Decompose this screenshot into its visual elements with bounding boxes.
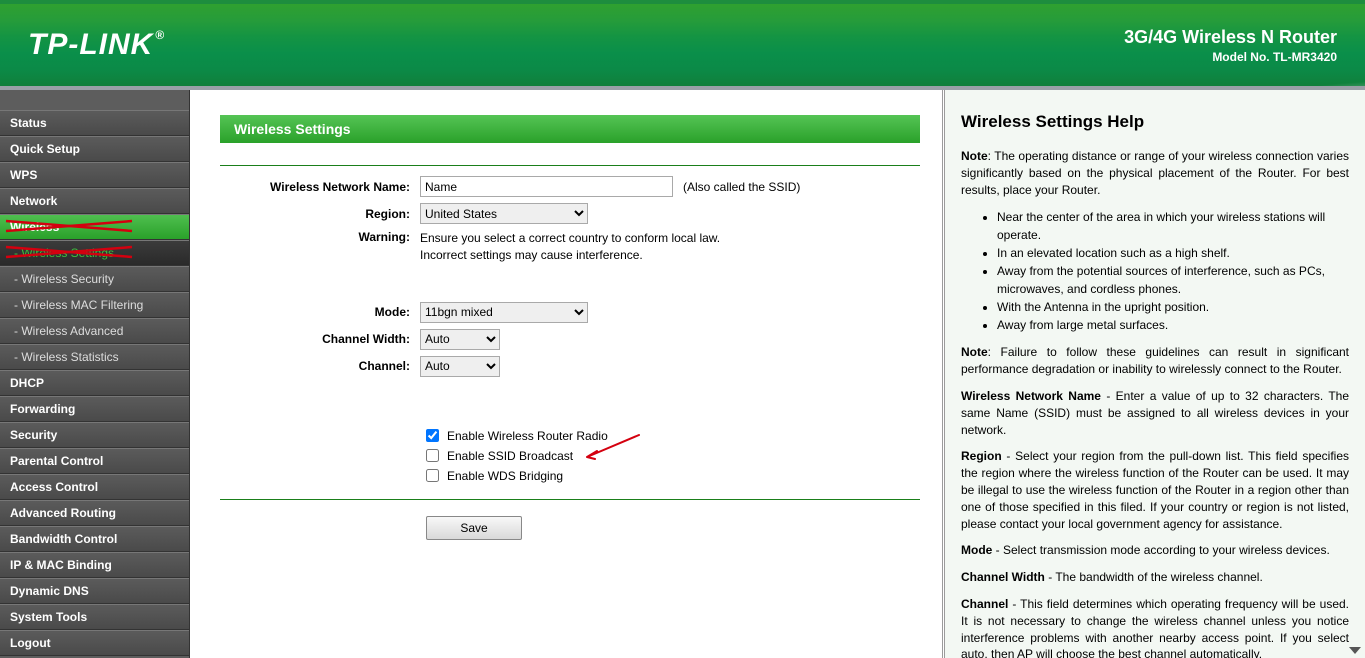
nav-advanced-routing[interactable]: Advanced Routing: [0, 500, 189, 526]
help-channel: Channel - This field determines which op…: [961, 596, 1349, 658]
help-bullet: Away from the potential sources of inter…: [997, 262, 1349, 298]
help-note-2: Note: Failure to follow these guidelines…: [961, 344, 1349, 378]
nav-bandwidth-control[interactable]: Bandwidth Control: [0, 526, 189, 552]
label-region: Region:: [220, 207, 420, 221]
annotation-strike-icon: [4, 243, 144, 261]
nav-wireless-statistics[interactable]: - Wireless Statistics: [0, 344, 189, 370]
help-title: Wireless Settings Help: [961, 112, 1349, 132]
sidebar-nav: StatusQuick SetupWPSNetworkWireless- Wir…: [0, 90, 190, 658]
enable-radio-label: Enable Wireless Router Radio: [447, 429, 608, 443]
model-block: 3G/4G Wireless N Router Model No. TL-MR3…: [1124, 27, 1337, 64]
enable-ssid-checkbox[interactable]: [426, 449, 439, 462]
divider: [220, 165, 920, 166]
nav-system-tools[interactable]: System Tools: [0, 604, 189, 630]
help-note-1: Note: The operating distance or range of…: [961, 148, 1349, 198]
logo-registered: ®: [155, 28, 165, 42]
enable-radio-checkbox[interactable]: [426, 429, 439, 442]
nav-dynamic-dns[interactable]: Dynamic DNS: [0, 578, 189, 604]
nav-wireless-security[interactable]: - Wireless Security: [0, 266, 189, 292]
label-channel: Channel:: [220, 359, 420, 373]
label-channel-width: Channel Width:: [220, 332, 420, 346]
model-number: Model No. TL-MR3420: [1124, 50, 1337, 64]
enable-wds-checkbox[interactable]: [426, 469, 439, 482]
nav-logout[interactable]: Logout: [0, 630, 189, 656]
brand-logo: TP-LINK®: [28, 28, 165, 62]
nav-wireless[interactable]: Wireless: [0, 214, 189, 240]
nav-dhcp[interactable]: DHCP: [0, 370, 189, 396]
help-bullet: With the Antenna in the upright position…: [997, 298, 1349, 316]
nav-parental-control[interactable]: Parental Control: [0, 448, 189, 474]
nav-forwarding[interactable]: Forwarding: [0, 396, 189, 422]
wireless-name-input[interactable]: [420, 176, 673, 197]
logo-text: TP-LINK: [28, 28, 153, 62]
help-panel: Wireless Settings Help Note: The operati…: [945, 90, 1365, 658]
help-region: Region - Select your region from the pul…: [961, 448, 1349, 532]
nav-wps[interactable]: WPS: [0, 162, 189, 188]
nav-wireless-advanced[interactable]: - Wireless Advanced: [0, 318, 189, 344]
channel-select[interactable]: Auto: [420, 356, 500, 377]
main-content: Wireless Settings Wireless Network Name:…: [190, 90, 945, 658]
help-bullet: Near the center of the area in which you…: [997, 208, 1349, 244]
nav-wireless-settings[interactable]: - Wireless Settings: [0, 240, 189, 266]
nav-access-control[interactable]: Access Control: [0, 474, 189, 500]
nav-security[interactable]: Security: [0, 422, 189, 448]
help-bullet-list: Near the center of the area in which you…: [997, 208, 1349, 334]
warning-line-1: Ensure you select a correct country to c…: [420, 230, 720, 247]
divider: [220, 499, 920, 500]
help-mode: Mode - Select transmission mode accordin…: [961, 542, 1349, 559]
annotation-strike-icon: [4, 217, 144, 235]
help-channel-width: Channel Width - The bandwidth of the wir…: [961, 569, 1349, 586]
nav-status[interactable]: Status: [0, 110, 189, 136]
nav-quick-setup[interactable]: Quick Setup: [0, 136, 189, 162]
help-wireless-name: Wireless Network Name - Enter a value of…: [961, 388, 1349, 438]
help-bullet: In an elevated location such as a high s…: [997, 244, 1349, 262]
scroll-down-icon[interactable]: [1349, 647, 1361, 654]
enable-wds-label: Enable WDS Bridging: [447, 469, 563, 483]
product-title: 3G/4G Wireless N Router: [1124, 27, 1337, 48]
nav-ip-mac-binding[interactable]: IP & MAC Binding: [0, 552, 189, 578]
enable-ssid-label: Enable SSID Broadcast: [447, 449, 573, 463]
panel-title: Wireless Settings: [220, 115, 920, 143]
label-warning: Warning:: [220, 230, 420, 244]
app-header: TP-LINK® 3G/4G Wireless N Router Model N…: [0, 0, 1365, 90]
region-select[interactable]: United States: [420, 203, 588, 224]
help-bullet: Away from large metal surfaces.: [997, 316, 1349, 334]
nav-network[interactable]: Network: [0, 188, 189, 214]
warning-line-2: Incorrect settings may cause interferenc…: [420, 247, 720, 264]
channel-width-select[interactable]: Auto: [420, 329, 500, 350]
mode-select[interactable]: 11bgn mixed: [420, 302, 588, 323]
label-wireless-name: Wireless Network Name:: [220, 180, 420, 194]
nav-wireless-mac-filtering[interactable]: - Wireless MAC Filtering: [0, 292, 189, 318]
label-mode: Mode:: [220, 305, 420, 319]
ssid-hint: (Also called the SSID): [683, 180, 800, 194]
save-button[interactable]: Save: [426, 516, 522, 540]
